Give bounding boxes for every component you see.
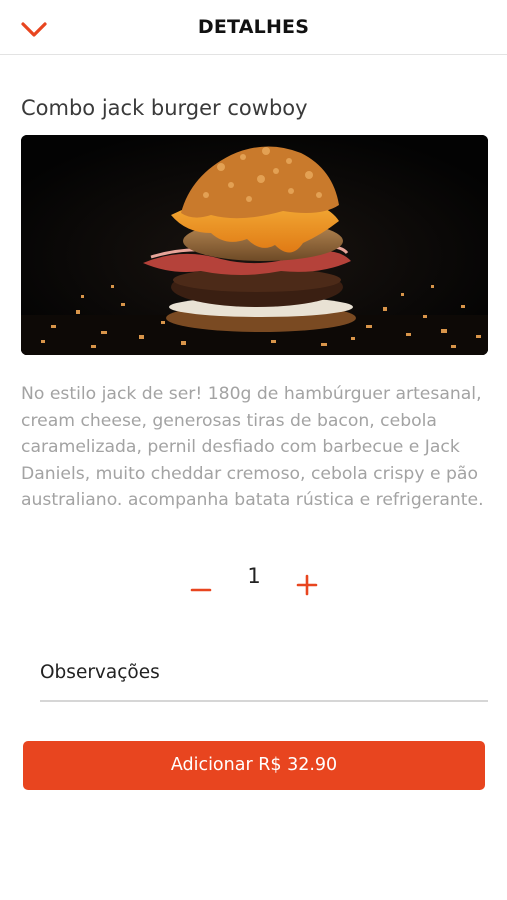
page-title: DETALHES [197,16,310,38]
notes-input[interactable] [40,650,488,694]
product-image [21,135,488,355]
product-title: Combo jack burger cowboy [21,96,308,120]
quantity-stepper: 1 [0,560,507,610]
app-header: DETALHES [0,0,507,55]
increase-quantity-button[interactable] [291,568,323,604]
notes-field-wrapper [40,650,488,702]
add-to-cart-button[interactable]: Adicionar R$ 32.90 [23,741,485,790]
decrease-quantity-button[interactable] [185,566,217,602]
quantity-value: 1 [247,564,261,588]
plus-icon [296,574,318,596]
product-description: No estilo jack de ser! 180g de hambúrgue… [21,384,484,510]
minus-icon [190,588,212,592]
